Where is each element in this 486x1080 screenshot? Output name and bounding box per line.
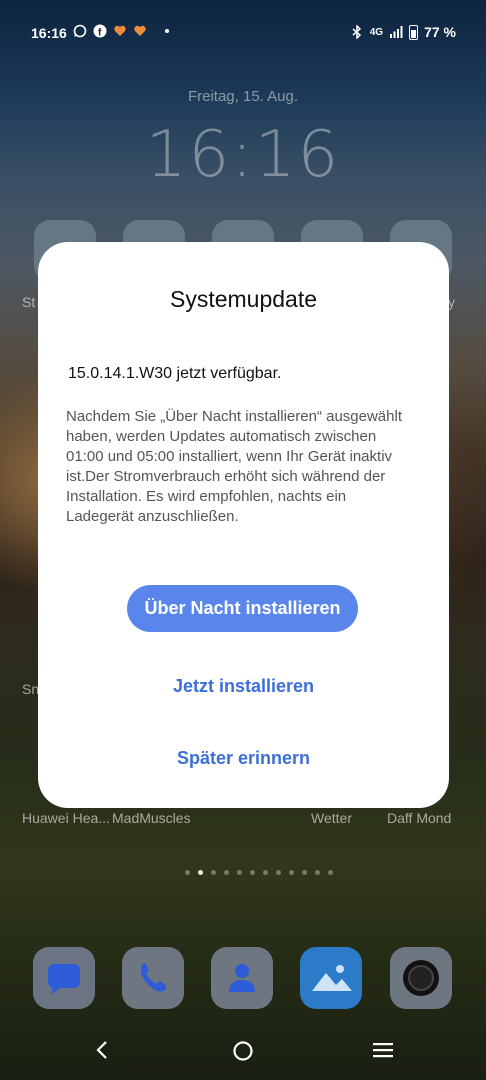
contacts-icon[interactable] [211, 947, 273, 1009]
facebook-icon: f [93, 24, 107, 38]
app-label: Daff Mond [387, 810, 452, 826]
app-label: y [448, 294, 455, 310]
camera-icon[interactable] [390, 947, 452, 1009]
signal-icon [390, 26, 403, 38]
gallery-icon[interactable] [300, 947, 362, 1009]
dialog-description: Nachdem Sie „Über Nacht installieren“ au… [66, 408, 402, 525]
app-label: Huawei Hea... [22, 810, 110, 826]
app-heart-icon [114, 25, 126, 36]
phone-icon[interactable] [122, 947, 184, 1009]
dialog-title: Systemupdate [169, 286, 318, 312]
more-notifications-dot [165, 29, 169, 33]
bluetooth-icon [352, 25, 361, 39]
recents-button[interactable] [372, 1040, 394, 1065]
battery-icon [409, 24, 419, 40]
app-label: MadMuscles [112, 810, 191, 826]
network-type: 4G [369, 26, 384, 38]
notification-icons: f [73, 24, 169, 38]
lock-clock: 16:16 [145, 118, 341, 192]
install-overnight-button[interactable]: Über Nacht installieren [127, 585, 358, 632]
battery-percent: 77 % [424, 24, 456, 40]
messages-icon[interactable] [33, 947, 95, 1009]
status-bar: 16:16 f 4G 77 % [0, 0, 486, 64]
app-heart-icon [134, 25, 146, 36]
app-label: Sn [22, 681, 40, 697]
app-label: St [22, 294, 36, 310]
install-now-button[interactable]: Jetzt installieren [38, 676, 449, 697]
update-dialog: Systemupdate 15.0.14.1.W30 jetzt verfügb… [38, 242, 449, 808]
lock-date: Freitag, 15. Aug. [187, 88, 299, 105]
whatsapp-icon [73, 24, 87, 38]
dialog-version: 15.0.14.1.W30 jetzt verfügbar. [68, 365, 282, 382]
page-indicator [185, 870, 333, 875]
home-button[interactable] [232, 1040, 254, 1067]
remind-later-button[interactable]: Später erinnern [38, 748, 449, 769]
app-label: Wetter [311, 810, 352, 826]
system-icons: 4G 77 % [350, 24, 456, 40]
back-button[interactable] [94, 1040, 110, 1065]
status-time: 16:16 [31, 25, 67, 41]
